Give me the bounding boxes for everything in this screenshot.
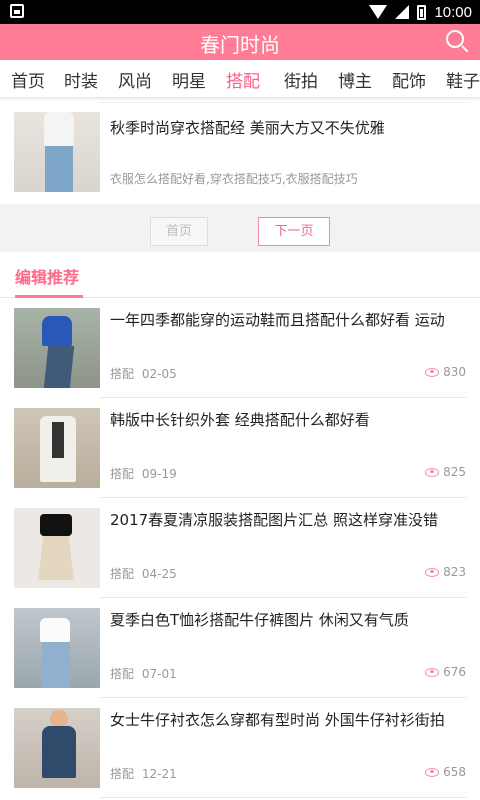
tab-blogger[interactable]: 博主 <box>338 67 372 92</box>
pagination: 首页 下一页 <box>0 204 480 252</box>
eye-icon <box>425 467 440 477</box>
article-meta: 搭配 02-05 <box>110 365 177 382</box>
eye-icon <box>425 767 440 777</box>
tab-accessories[interactable]: 配饰 <box>392 67 426 92</box>
article-date: 09-19 <box>141 467 177 481</box>
section-header: 编辑推荐 <box>0 252 480 298</box>
list-item[interactable]: 女士牛仔衬衣怎么穿都有型时尚 外国牛仔衬衫街拍 搭配 12-21 658 <box>0 698 480 798</box>
battery-icon <box>417 4 427 20</box>
editor-recommend-section: 编辑推荐 一年四季都能穿的运动鞋而且搭配什么都好看 运动 搭配 02-05 83… <box>0 252 480 800</box>
article-date: 02-05 <box>141 367 177 381</box>
app-header: 春门时尚 <box>0 24 480 60</box>
cell-signal-icon <box>395 5 410 19</box>
eye-icon <box>425 367 440 377</box>
section-title: 编辑推荐 <box>15 268 80 287</box>
tab-fashion-wear[interactable]: 时装 <box>64 67 98 92</box>
list-item[interactable]: 韩版中长针织外套 经典搭配什么都好看 搭配 09-19 825 <box>0 398 480 498</box>
article-thumbnail <box>14 308 100 388</box>
list-item[interactable]: 一年四季都能穿的运动鞋而且搭配什么都好看 运动 搭配 02-05 830 <box>0 298 480 398</box>
article-meta: 搭配 09-19 <box>110 465 177 482</box>
image-notification-icon <box>10 4 24 18</box>
article-title: 一年四季都能穿的运动鞋而且搭配什么都好看 运动 <box>110 311 445 329</box>
article-description: 衣服怎么搭配好看,穿衣搭配技巧,衣服搭配技巧 <box>110 172 358 186</box>
view-count: 658 <box>425 765 466 779</box>
first-page-button[interactable]: 首页 <box>150 217 208 246</box>
eye-icon <box>425 667 440 677</box>
article-thumbnail <box>14 112 100 192</box>
article-category: 搭配 <box>110 667 135 681</box>
tab-street-snap[interactable]: 街拍 <box>284 67 318 92</box>
article-title: 韩版中长针织外套 经典搭配什么都好看 <box>110 411 370 429</box>
wifi-icon <box>369 5 388 19</box>
app-title: 春门时尚 <box>200 33 280 57</box>
article-category: 搭配 <box>110 567 135 581</box>
view-count: 825 <box>425 465 466 479</box>
list-item[interactable]: 秋季时尚穿衣搭配经 美丽大方又不失优雅 衣服怎么搭配好看,穿衣搭配技巧,衣服搭配… <box>0 100 480 204</box>
article-meta: 搭配 07-01 <box>110 665 177 682</box>
search-button[interactable] <box>444 28 470 54</box>
tab-celebrity[interactable]: 明星 <box>172 67 206 92</box>
next-page-button[interactable]: 下一页 <box>258 217 330 246</box>
list-item[interactable]: 夏季白色T恤衫搭配牛仔裤图片 休闲又有气质 搭配 07-01 676 <box>0 598 480 698</box>
article-category: 搭配 <box>110 767 135 781</box>
article-date: 12-21 <box>141 767 177 781</box>
article-thumbnail <box>14 508 100 588</box>
article-thumbnail <box>14 408 100 488</box>
article-thumbnail <box>14 608 100 688</box>
list-item[interactable]: 2017春夏清凉服装搭配图片汇总 照这样穿准没错 搭配 04-25 823 <box>0 498 480 598</box>
tab-trend[interactable]: 风尚 <box>118 67 152 92</box>
view-count: 823 <box>425 565 466 579</box>
article-meta: 搭配 12-21 <box>110 765 177 782</box>
tab-matching[interactable]: 搭配 <box>226 67 260 92</box>
eye-icon <box>425 567 440 577</box>
status-bar: 10:00 <box>0 0 480 24</box>
article-date: 04-25 <box>141 567 177 581</box>
article-date: 07-01 <box>141 667 177 681</box>
article-title: 2017春夏清凉服装搭配图片汇总 照这样穿准没错 <box>110 511 438 529</box>
view-count: 830 <box>425 365 466 379</box>
article-title: 秋季时尚穿衣搭配经 美丽大方又不失优雅 <box>110 119 385 137</box>
article-title: 夏季白色T恤衫搭配牛仔裤图片 休闲又有气质 <box>110 611 409 629</box>
article-thumbnail <box>14 708 100 788</box>
category-tabs: 首页 时装 风尚 明星 搭配 街拍 博主 配饰 鞋子 <box>0 60 480 98</box>
view-count: 676 <box>425 665 466 679</box>
article-category: 搭配 <box>110 367 135 381</box>
tab-home[interactable]: 首页 <box>11 67 45 92</box>
article-meta: 搭配 04-25 <box>110 565 177 582</box>
tab-shoes[interactable]: 鞋子 <box>446 67 480 92</box>
article-category: 搭配 <box>110 467 135 481</box>
status-time: 10:00 <box>434 3 472 21</box>
article-title: 女士牛仔衬衣怎么穿都有型时尚 外国牛仔衬衫街拍 <box>110 711 445 729</box>
